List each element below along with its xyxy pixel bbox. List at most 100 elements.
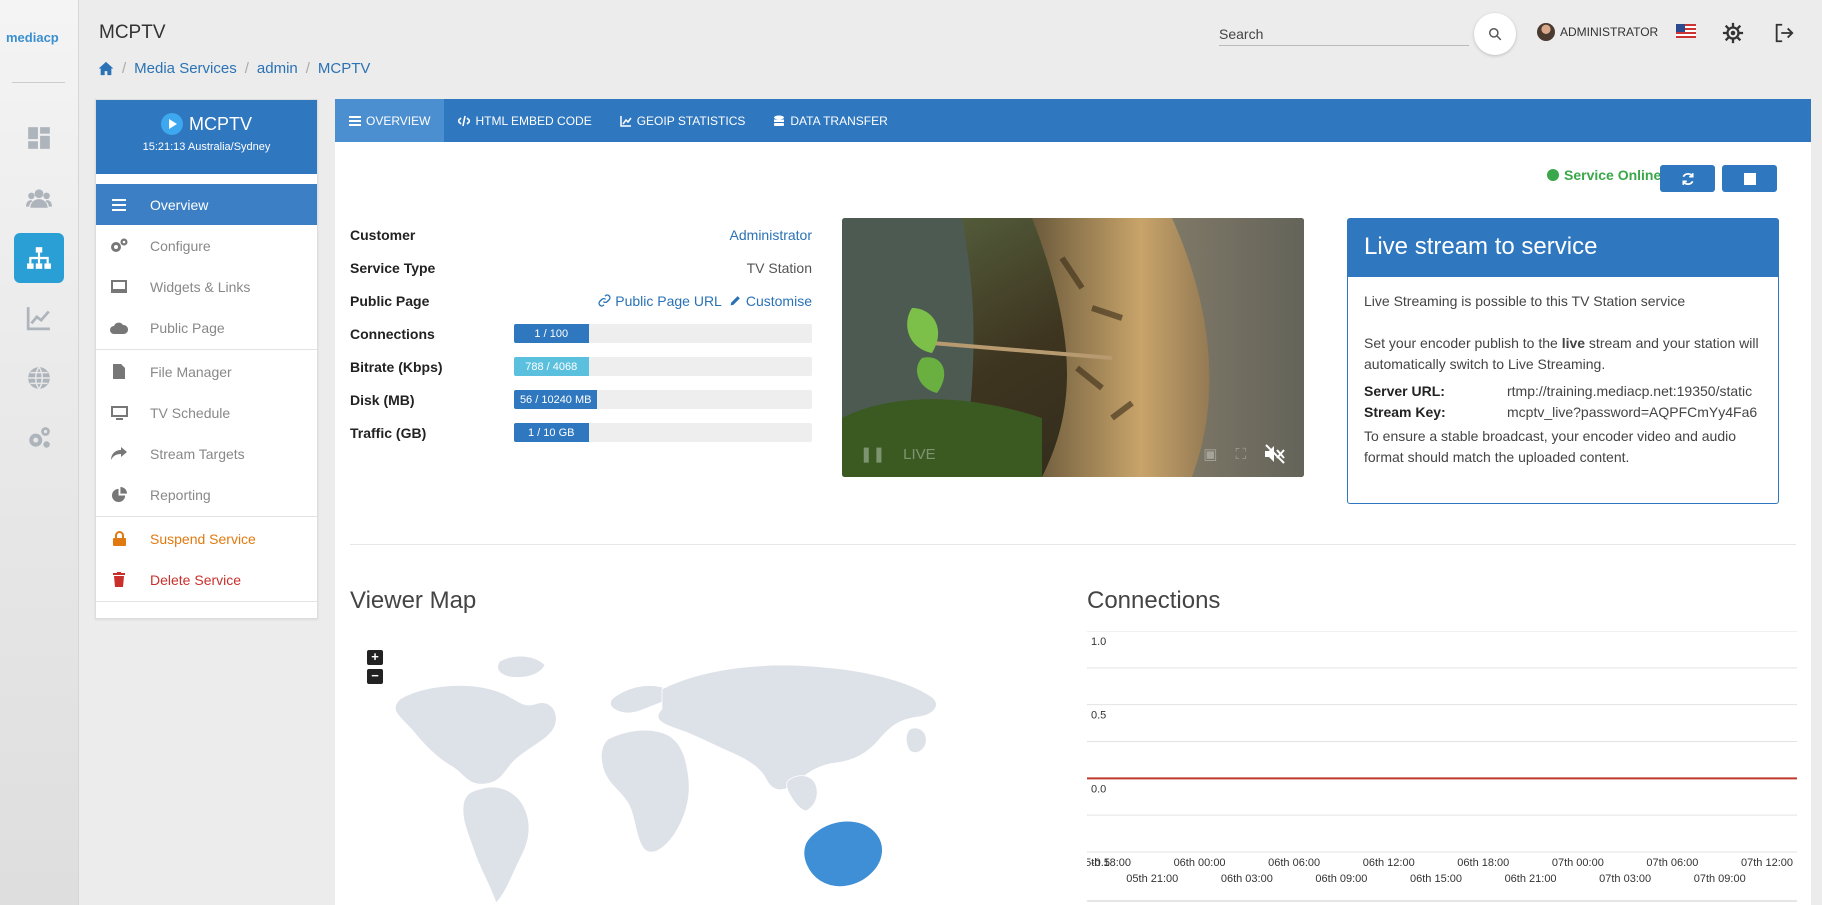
menu-label: Reporting xyxy=(150,486,211,503)
lock-icon xyxy=(110,530,128,548)
menu-label: Public Page xyxy=(150,319,225,336)
file-icon xyxy=(110,363,128,381)
customise-link[interactable]: Customise xyxy=(746,293,812,309)
stream-key-value[interactable]: mcptv_live?password=AQPFCmYy4Fa6 xyxy=(1507,402,1757,423)
disk-progress-fill: 56 / 10240 MB xyxy=(514,390,598,409)
play-icon xyxy=(161,113,183,135)
tab-geoip-statistics[interactable]: GeoIP Statistics xyxy=(606,99,760,142)
tab-overview[interactable]: Overview xyxy=(335,99,445,142)
tab-label: HTML Embed Code xyxy=(475,113,592,128)
rail-globe-button[interactable] xyxy=(14,353,64,403)
x-tick-label: 06th 21:00 xyxy=(1505,873,1557,885)
video-player[interactable]: ❚❚ LIVE ▣ ⛶ xyxy=(842,218,1304,477)
list-icon xyxy=(349,115,361,126)
menu-item-public-page[interactable]: Public Page xyxy=(96,307,317,348)
cloud-icon xyxy=(110,319,128,337)
y-tick-label: 1.0 xyxy=(1091,636,1106,648)
fullscreen-icon[interactable]: ⛶ xyxy=(1235,446,1246,463)
connections-chart-svg: 1.00.50.0-0.505th 18:0006th 00:0006th 06… xyxy=(1079,630,1797,902)
tab-label: Overview xyxy=(366,113,431,128)
live-stream-panel: Live stream to service Live Streaming is… xyxy=(1347,218,1779,504)
disk-label: Disk (MB) xyxy=(350,391,415,408)
breadcrumb-admin[interactable]: admin xyxy=(257,60,298,77)
tab-label: GeoIP Statistics xyxy=(636,113,746,128)
breadcrumb-media-services[interactable]: Media Services xyxy=(134,60,237,77)
service-type-label: Service Type xyxy=(350,259,436,276)
x-tick-label: 06th 15:00 xyxy=(1410,873,1462,885)
viewer-map[interactable]: + − xyxy=(350,639,1050,905)
server-url-row: Server URL: rtmp://training.mediacp.net:… xyxy=(1364,381,1762,402)
menu-item-stream-targets[interactable]: Stream Targets xyxy=(96,433,317,474)
search-button[interactable] xyxy=(1474,13,1516,55)
stream-key-row: Stream Key: mcptv_live?password=AQPFCmYy… xyxy=(1364,402,1762,423)
app-title: MCPTV xyxy=(99,22,166,43)
disk-progress: 56 / 10240 MB xyxy=(514,390,812,409)
world-map-image xyxy=(394,655,937,904)
search-input[interactable] xyxy=(1219,22,1469,45)
brand-logo[interactable]: mediacp xyxy=(6,30,59,45)
restart-button[interactable] xyxy=(1660,165,1715,192)
dashboard-icon xyxy=(28,127,50,149)
traffic-row: Traffic (GB) 1 / 10 GB xyxy=(350,416,812,449)
rail-settings-button[interactable] xyxy=(14,413,64,463)
us-flag-icon[interactable] xyxy=(1676,24,1696,38)
menu-icon xyxy=(110,196,128,214)
x-tick-label: 07th 06:00 xyxy=(1646,857,1698,869)
pause-icon[interactable]: ❚❚ xyxy=(860,445,885,463)
theme-toggle-icon[interactable] xyxy=(1722,22,1744,44)
menu-item-delete-service[interactable]: Delete Service xyxy=(96,559,317,600)
breadcrumb: / Media Services / admin / MCPTV xyxy=(98,60,370,77)
tab-data-transfer[interactable]: Data Transfer xyxy=(759,99,901,142)
live-stream-instructions: Set your encoder publish to the live str… xyxy=(1364,335,1759,372)
menu-item-overview[interactable]: Overview xyxy=(96,184,317,225)
menu-label: Overview xyxy=(150,196,209,213)
tab-label: Data Transfer xyxy=(790,113,888,128)
bitrate-row: Bitrate (Kbps) 788 / 4068 xyxy=(350,350,812,383)
stream-key-label: Stream Key: xyxy=(1364,404,1446,420)
menu-label: File Manager xyxy=(150,363,232,380)
menu-label: Configure xyxy=(150,237,211,254)
connections-progress-fill: 1 / 100 xyxy=(514,324,589,343)
menu-item-reporting[interactable]: Reporting xyxy=(96,474,317,515)
logout-icon[interactable] xyxy=(1773,22,1795,44)
tab-bar: Overview HTML Embed Code GeoIP Statistic… xyxy=(335,99,1811,142)
x-tick-label: 07th 12:00 xyxy=(1741,857,1793,869)
server-url-label: Server URL: xyxy=(1364,383,1445,399)
traffic-progress: 1 / 10 GB xyxy=(514,423,812,442)
picture-in-picture-icon[interactable]: ▣ xyxy=(1203,445,1217,463)
user-menu[interactable]: ADMINISTRATOR xyxy=(1537,23,1658,41)
menu-label: Delete Service xyxy=(150,571,242,588)
customer-link[interactable]: Administrator xyxy=(730,227,812,243)
menu-item-suspend-service[interactable]: Suspend Service xyxy=(96,518,317,559)
rail-dashboard-button[interactable] xyxy=(14,113,64,163)
pie-chart-icon xyxy=(110,486,128,504)
rail-services-button[interactable] xyxy=(14,233,64,283)
menu-item-widgets-links[interactable]: Widgets & Links xyxy=(96,266,317,307)
muted-icon[interactable] xyxy=(1264,444,1286,464)
breadcrumb-mcptv[interactable]: MCPTV xyxy=(318,60,371,77)
monitor-icon xyxy=(110,404,128,422)
public-page-url-link[interactable]: Public Page URL xyxy=(615,293,722,309)
rail-reports-button[interactable] xyxy=(14,293,64,343)
tab-html-embed-code[interactable]: HTML Embed Code xyxy=(444,99,605,142)
menu-item-configure[interactable]: Configure xyxy=(96,225,317,266)
x-tick-label: 06th 12:00 xyxy=(1363,857,1415,869)
divider xyxy=(350,544,1796,545)
stop-button[interactable] xyxy=(1722,165,1777,192)
share-icon xyxy=(110,445,128,463)
search-icon xyxy=(1489,28,1502,41)
menu-item-file-manager[interactable]: File Manager xyxy=(96,351,317,392)
x-tick-label: 07th 00:00 xyxy=(1552,857,1604,869)
rail-users-button[interactable] xyxy=(14,173,64,223)
home-icon[interactable] xyxy=(98,61,114,76)
service-status: Service Online xyxy=(1547,167,1661,183)
live-label: LIVE xyxy=(903,445,936,463)
service-name: MCPTV xyxy=(189,113,252,134)
menu-item-tv-schedule[interactable]: TV Schedule xyxy=(96,392,317,433)
live-stream-note: To ensure a stable broadcast, your encod… xyxy=(1364,428,1737,465)
customer-row: Customer Administrator xyxy=(350,218,812,251)
pencil-icon xyxy=(730,296,740,306)
server-url-value[interactable]: rtmp://training.mediacp.net:19350/static xyxy=(1507,381,1752,402)
divider xyxy=(96,601,317,602)
breadcrumb-separator: / xyxy=(244,60,249,77)
